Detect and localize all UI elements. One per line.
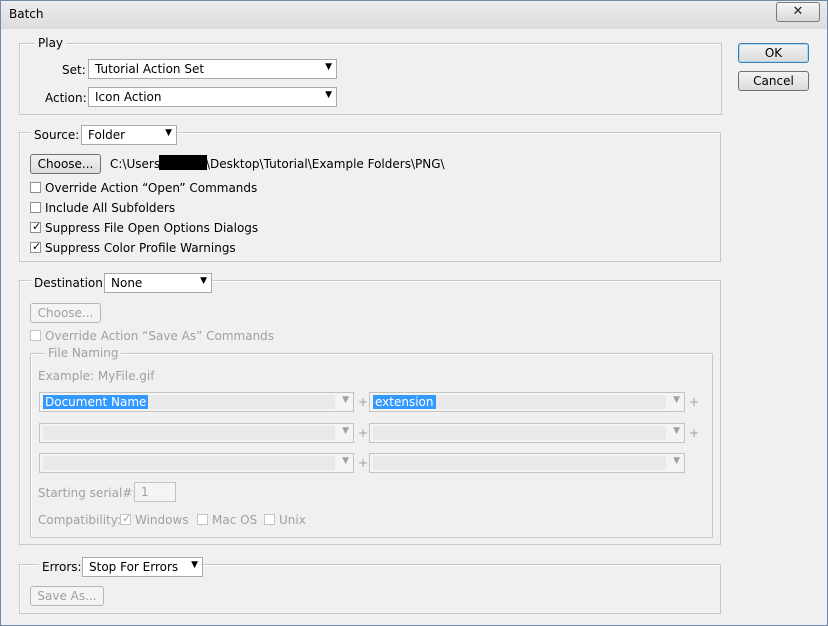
source-choose-button[interactable]: Choose... [30, 154, 101, 174]
plus-sign: + [689, 395, 700, 409]
chevron-down-icon: ▼ [325, 62, 332, 72]
destination-label: Destination: [31, 276, 110, 290]
naming-field-6[interactable]: ▼ [369, 453, 685, 473]
chevron-down-icon: ▼ [200, 276, 207, 286]
override-save-as-checkbox[interactable] [30, 330, 41, 341]
action-label: Action: [45, 91, 87, 105]
plus-sign: + [358, 426, 369, 440]
chevron-down-icon: ▼ [342, 426, 349, 436]
naming-field-3[interactable]: ▼ [39, 423, 354, 443]
destination-choose-button[interactable]: Choose... [30, 303, 101, 323]
chevron-down-icon: ▼ [673, 395, 680, 405]
compat-windows-checkbox[interactable]: ✓ [120, 512, 132, 525]
naming-field-1[interactable]: Document Name ▼ [39, 392, 354, 412]
file-naming-example: Example: MyFile.gif [38, 369, 155, 383]
compat-macos-checkbox[interactable] [197, 514, 208, 525]
close-button[interactable]: ✕ [776, 2, 820, 22]
starting-serial-value: 1 [141, 485, 149, 499]
destination-value: None [111, 276, 143, 290]
file-naming-legend: File Naming [45, 346, 122, 360]
source-path-prefix: C:\Users\ [110, 157, 165, 171]
set-dropdown[interactable]: Tutorial Action Set ▼ [88, 59, 337, 79]
source-label: Source: [31, 128, 83, 142]
override-save-as-label: Override Action “Save As” Commands [45, 329, 275, 343]
batch-dialog: Batch ✕ OK Cancel Play Set: Tutorial Act… [0, 0, 828, 626]
compat-unix-checkbox[interactable] [264, 514, 275, 525]
destination-dropdown[interactable]: None ▼ [104, 273, 212, 293]
ok-button[interactable]: OK [738, 43, 809, 63]
suppress-color-profile-checkbox[interactable]: ✓ [30, 240, 42, 253]
naming-field-4[interactable]: ▼ [369, 423, 685, 443]
errors-label: Errors: [39, 560, 85, 574]
close-icon: ✕ [792, 4, 804, 19]
errors-dropdown[interactable]: Stop For Errors ▼ [82, 557, 203, 577]
chevron-down-icon: ▼ [673, 426, 680, 436]
check-icon: ✓ [32, 240, 42, 253]
chevron-down-icon: ▼ [191, 560, 198, 570]
override-open-label: Override Action “Open” Commands [45, 181, 258, 195]
compatibility-label: Compatibility: [38, 513, 122, 527]
source-value: Folder [88, 128, 126, 142]
plus-sign: + [358, 456, 369, 470]
naming-field-2-value: extension [373, 395, 436, 409]
starting-serial-input[interactable]: 1 [134, 482, 176, 502]
naming-field-1-value: Document Name [43, 395, 149, 409]
chevron-down-icon: ▼ [673, 456, 680, 466]
chevron-down-icon: ▼ [342, 456, 349, 466]
set-label: Set: [62, 63, 86, 77]
plus-sign: + [689, 426, 700, 440]
plus-sign: + [358, 395, 369, 409]
override-open-checkbox[interactable] [30, 182, 41, 193]
chevron-down-icon: ▼ [342, 395, 349, 405]
compat-unix-label: Unix [279, 513, 306, 527]
action-value: Icon Action [95, 90, 162, 104]
suppress-open-dialogs-label: Suppress File Open Options Dialogs [45, 221, 259, 235]
errors-value: Stop For Errors [89, 560, 179, 574]
action-dropdown[interactable]: Icon Action ▼ [88, 87, 337, 107]
title-bar: Batch ✕ [1, 1, 827, 29]
cancel-button[interactable]: Cancel [738, 71, 809, 91]
naming-field-2[interactable]: extension ▼ [369, 392, 685, 412]
errors-save-as-button[interactable]: Save As... [30, 586, 104, 606]
check-icon: ✓ [32, 220, 42, 233]
window-title: Batch [9, 7, 44, 21]
chevron-down-icon: ▼ [325, 90, 332, 100]
check-icon: ✓ [122, 512, 132, 525]
starting-serial-label: Starting serial#: [38, 486, 137, 500]
source-path-suffix: \Desktop\Tutorial\Example Folders\PNG\ [206, 157, 445, 171]
compat-macos-label: Mac OS [212, 513, 258, 527]
compat-windows-label: Windows [135, 513, 189, 527]
suppress-color-profile-label: Suppress Color Profile Warnings [45, 241, 236, 255]
include-subfolders-checkbox[interactable] [30, 202, 41, 213]
redacted-username [159, 155, 207, 170]
play-legend: Play [35, 36, 67, 50]
set-value: Tutorial Action Set [95, 62, 205, 76]
naming-field-5[interactable]: ▼ [39, 453, 354, 473]
source-dropdown[interactable]: Folder ▼ [81, 125, 177, 145]
suppress-open-dialogs-checkbox[interactable]: ✓ [30, 220, 42, 233]
include-subfolders-label: Include All Subfolders [45, 201, 176, 215]
chevron-down-icon: ▼ [165, 128, 172, 138]
